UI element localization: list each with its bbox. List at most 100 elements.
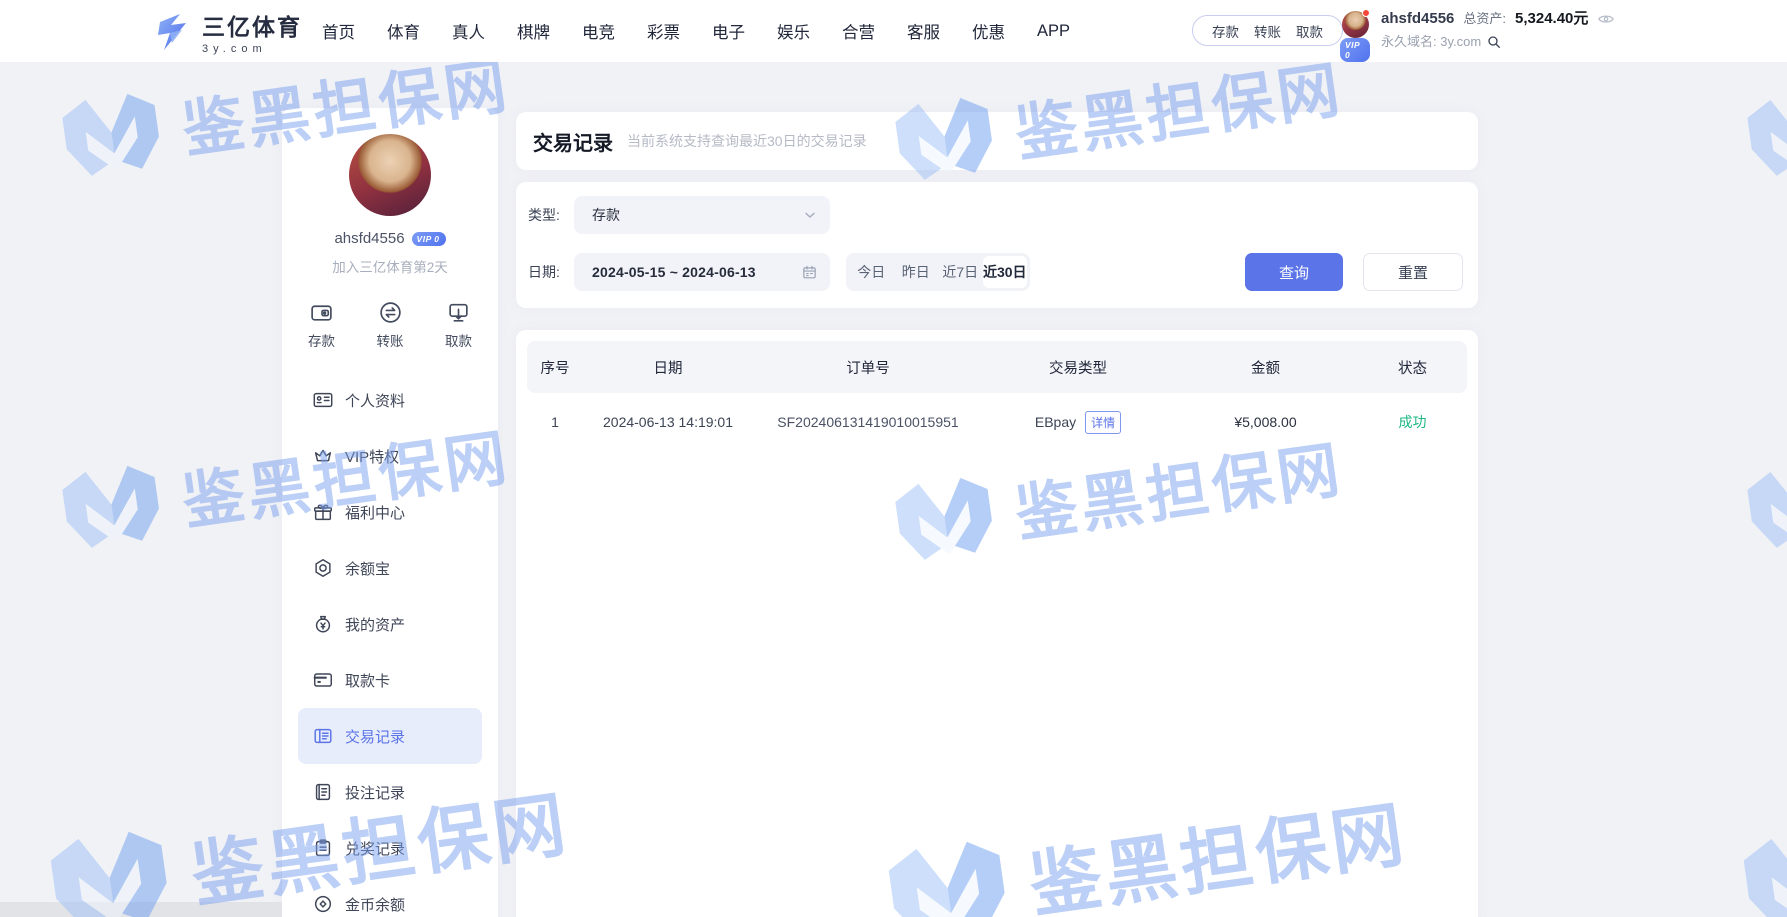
nav-item-esports[interactable]: 电竞 (582, 19, 615, 43)
quick-withdraw-button[interactable]: 取款 (445, 300, 472, 350)
brand-name: 三亿体育 (202, 8, 302, 42)
permanent-domain: 永久域名: 3y.com (1381, 32, 1481, 52)
crown-icon (312, 445, 334, 467)
page-header: 交易记录 当前系统支持查询最近30日的交易记录 (516, 112, 1478, 170)
nav-item-live[interactable]: 真人 (452, 19, 485, 43)
range-30days-button[interactable]: 近30日 (983, 256, 1028, 288)
username: ahsfd4556 (334, 230, 404, 247)
vip-badge: VIP 0 (1340, 38, 1370, 62)
join-days-text: 加入三亿体育第2天 (282, 256, 498, 276)
reset-button[interactable]: 重置 (1363, 253, 1463, 291)
nav-item-home[interactable]: 首页 (322, 19, 355, 43)
wallet-icon (309, 300, 334, 325)
main-nav: 首页 体育 真人 棋牌 电竞 彩票 电子 娱乐 合营 客服 优惠 APP (322, 0, 1070, 62)
watermark: 鉴黑担保网 (1735, 399, 1787, 566)
range-today-button[interactable]: 今日 (849, 256, 894, 288)
notification-dot (1362, 9, 1370, 17)
chevron-down-icon (802, 207, 818, 223)
calendar-icon (801, 264, 818, 281)
deposit-link[interactable]: 存款 (1212, 21, 1239, 41)
nav-item-entertainment[interactable]: 娱乐 (777, 19, 810, 43)
cell-type: EBpay 详情 (983, 411, 1173, 434)
page: 鉴黑担保网 鉴黑担保网 鉴黑担保网 鉴黑担保网 鉴黑担保网 鉴黑担保网 鉴黑担保… (0, 0, 1787, 917)
transactions-table: 序号 日期 订单号 交易类型 金额 状态 1 2024-06-13 14:19:… (516, 330, 1478, 917)
redeem-icon (312, 837, 334, 859)
withdraw-icon (446, 300, 471, 325)
nav-item-lottery[interactable]: 彩票 (647, 19, 680, 43)
col-date: 日期 (583, 357, 753, 378)
sidebar-item-welfare[interactable]: 福利中心 (298, 484, 482, 540)
detail-link[interactable]: 详情 (1085, 411, 1121, 434)
sidebar-item-transactions[interactable]: 交易记录 (298, 708, 482, 764)
date-range-picker[interactable]: 2024-05-15 ~ 2024-06-13 (574, 253, 830, 291)
vip-badge: VIP 0 (412, 232, 446, 246)
nav-item-service[interactable]: 客服 (907, 19, 940, 43)
user-info: ahsfd4556 总资产: 5,324.40元 永久域名: 3y.com (1381, 9, 1615, 52)
nav-item-sports[interactable]: 体育 (387, 19, 420, 43)
search-icon[interactable] (1486, 34, 1502, 50)
nav-item-promo[interactable]: 优惠 (972, 19, 1005, 43)
page-title: 交易记录 (533, 127, 613, 156)
navbar: 三亿体育 3y.com 首页 体育 真人 棋牌 电竞 彩票 电子 娱乐 合营 客… (0, 0, 1787, 62)
query-button[interactable]: 查询 (1245, 253, 1343, 291)
date-label: 日期: (528, 262, 574, 282)
id-card-icon (312, 389, 334, 411)
sidebar-menu: 个人资料 VIP特权 福利中心 余额宝 (282, 372, 498, 917)
sidebar-item-withdraw-card[interactable]: 取款卡 (298, 652, 482, 708)
assets-label: 总资产: (1463, 9, 1506, 29)
nav-item-slots[interactable]: 电子 (712, 19, 745, 43)
table-header: 序号 日期 订单号 交易类型 金额 状态 (527, 341, 1467, 393)
wallet-actions: 存款 转账 取款 (1192, 15, 1343, 46)
sidebar-item-bet-records[interactable]: 投注记录 (298, 764, 482, 820)
quick-deposit-button[interactable]: 存款 (308, 300, 335, 350)
range-yesterday-button[interactable]: 昨日 (894, 256, 939, 288)
nav-item-app[interactable]: APP (1037, 22, 1070, 41)
payment-type: EBpay (1035, 414, 1076, 430)
type-select-value: 存款 (592, 205, 802, 225)
cell-index: 1 (527, 414, 583, 430)
page-bottom-strip (0, 902, 282, 917)
username: ahsfd4556 (1381, 9, 1454, 29)
assets-value: 5,324.40元 (1515, 9, 1588, 29)
user-avatar-block[interactable]: VIP 0 (1340, 11, 1370, 38)
cell-order-no: SF202406131419010015951 (753, 414, 983, 430)
table-row: 1 2024-06-13 14:19:01 SF2024061314190100… (527, 393, 1467, 451)
col-order-no: 订单号 (753, 357, 983, 378)
transaction-icon (312, 725, 334, 747)
page-subtitle: 当前系统支持查询最近30日的交易记录 (627, 131, 867, 151)
sidebar-item-redeem-records[interactable]: 兑奖记录 (298, 820, 482, 876)
date-range-value: 2024-05-15 ~ 2024-06-13 (592, 264, 801, 280)
cell-status: 成功 (1358, 412, 1467, 432)
gem-icon (312, 557, 334, 579)
sidebar-item-yuebao[interactable]: 余额宝 (298, 540, 482, 596)
quick-actions: 存款 转账 取款 (282, 300, 498, 350)
col-status: 状态 (1358, 357, 1467, 378)
brand-logo[interactable]: 三亿体育 3y.com (150, 8, 302, 55)
transfer-icon (378, 300, 403, 325)
cell-date: 2024-06-13 14:19:01 (583, 414, 753, 430)
sidebar-item-my-assets[interactable]: 我的资产 (298, 596, 482, 652)
avatar[interactable] (349, 134, 431, 216)
gift-icon (312, 501, 334, 523)
cell-amount: ¥5,008.00 (1173, 414, 1358, 430)
nav-item-partner[interactable]: 合营 (842, 19, 875, 43)
quick-transfer-button[interactable]: 转账 (377, 300, 404, 350)
type-label: 类型: (528, 205, 574, 225)
assets-icon (312, 613, 334, 635)
withdraw-link[interactable]: 取款 (1296, 21, 1323, 41)
transfer-link[interactable]: 转账 (1254, 21, 1281, 41)
sidebar-item-profile[interactable]: 个人资料 (298, 372, 482, 428)
range-7days-button[interactable]: 近7日 (938, 256, 983, 288)
sidebar-item-coin-balance[interactable]: 金币余额 (298, 876, 482, 917)
bet-record-icon (312, 781, 334, 803)
nav-item-chess[interactable]: 棋牌 (517, 19, 550, 43)
sidebar: ahsfd4556 VIP 0 加入三亿体育第2天 存款 转账 (282, 108, 498, 917)
brand-logo-icon (150, 10, 194, 54)
col-type: 交易类型 (983, 357, 1173, 378)
bank-card-icon (312, 669, 334, 691)
sidebar-item-vip[interactable]: VIP特权 (298, 428, 482, 484)
eye-icon[interactable] (1597, 10, 1615, 28)
type-select[interactable]: 存款 (574, 196, 830, 234)
brand-domain: 3y.com (202, 43, 302, 55)
watermark: 鉴黑担保网 (1729, 754, 1787, 917)
